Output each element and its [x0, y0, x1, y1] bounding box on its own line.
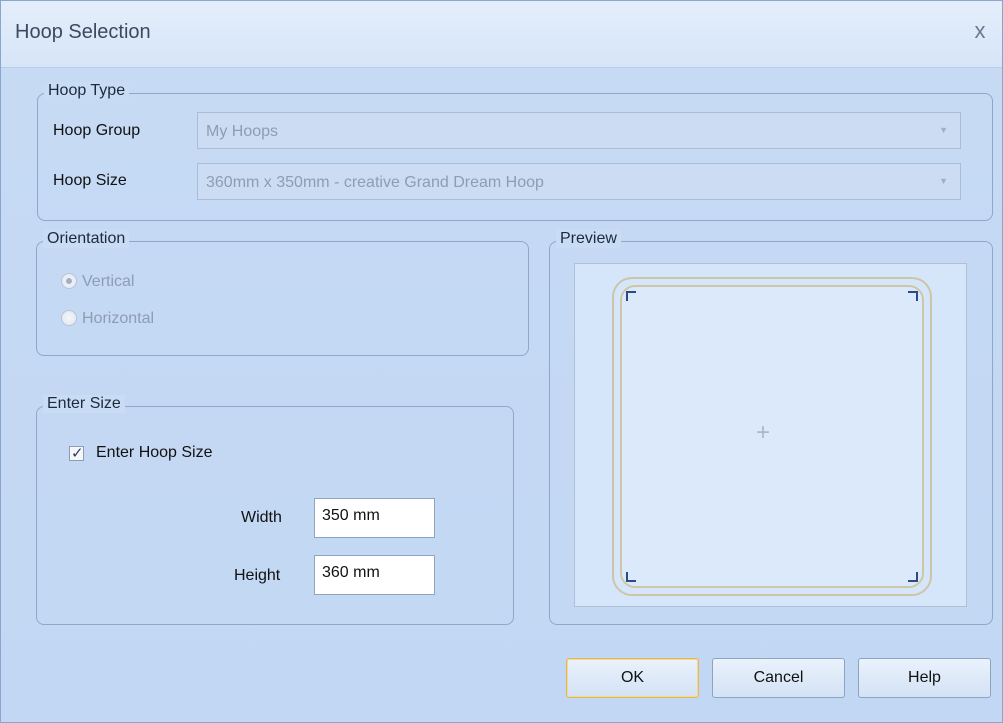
enter-hoop-size-label[interactable]: Enter Hoop Size	[96, 444, 213, 462]
hoop-group-label: Hoop Group	[53, 122, 141, 139]
title-bar: Hoop Selection x	[1, 1, 1002, 68]
checkmark-icon: ✓	[71, 445, 84, 462]
hoop-size-label: Hoop Size	[53, 172, 127, 189]
radio-horizontal[interactable]: Horizontal	[61, 310, 154, 328]
crosshair-icon: +	[756, 419, 771, 446]
hoop-group-value: My Hoops	[206, 123, 279, 140]
corner-mark-bottom-right	[908, 572, 918, 582]
hoop-size-value: 360mm x 350mm - creative Grand Dream Hoo…	[206, 174, 544, 191]
width-input[interactable]: 350 mm	[314, 498, 435, 538]
cancel-button[interactable]: Cancel	[712, 658, 845, 698]
height-input[interactable]: 360 mm	[314, 555, 435, 595]
close-icon[interactable]: x	[968, 19, 992, 43]
dialog-title: Hoop Selection	[15, 21, 151, 43]
preview-legend: Preview	[556, 230, 621, 248]
enter-size-legend: Enter Size	[43, 395, 125, 413]
chevron-down-icon: ▼	[939, 125, 948, 135]
chevron-down-icon: ▼	[939, 176, 948, 186]
corner-mark-bottom-left	[626, 572, 636, 582]
radio-button-icon	[61, 310, 77, 326]
hoop-outline: +	[612, 277, 932, 596]
hoop-inner-frame: +	[620, 285, 924, 588]
width-label: Width	[241, 509, 282, 526]
hoop-preview: +	[574, 263, 967, 607]
ok-button[interactable]: OK	[566, 658, 699, 698]
hoop-size-select[interactable]: 360mm x 350mm - creative Grand Dream Hoo…	[197, 163, 961, 200]
orientation-legend: Orientation	[43, 230, 130, 248]
orientation-group: Orientation	[36, 230, 529, 356]
corner-mark-top-left	[626, 291, 636, 301]
enter-hoop-size-checkbox[interactable]: ✓	[69, 445, 84, 462]
radio-vertical-label: Vertical	[82, 273, 135, 290]
help-button[interactable]: Help	[858, 658, 991, 698]
hoop-type-legend: Hoop Type	[44, 82, 130, 100]
hoop-selection-dialog: Hoop Selection x Hoop Type Hoop Group My…	[0, 0, 1003, 723]
corner-mark-top-right	[908, 291, 918, 301]
hoop-group-select[interactable]: My Hoops ▼	[197, 112, 961, 149]
radio-button-icon	[61, 273, 77, 289]
radio-horizontal-label: Horizontal	[82, 310, 155, 327]
radio-vertical[interactable]: Vertical	[61, 273, 134, 291]
height-label: Height	[234, 567, 281, 584]
